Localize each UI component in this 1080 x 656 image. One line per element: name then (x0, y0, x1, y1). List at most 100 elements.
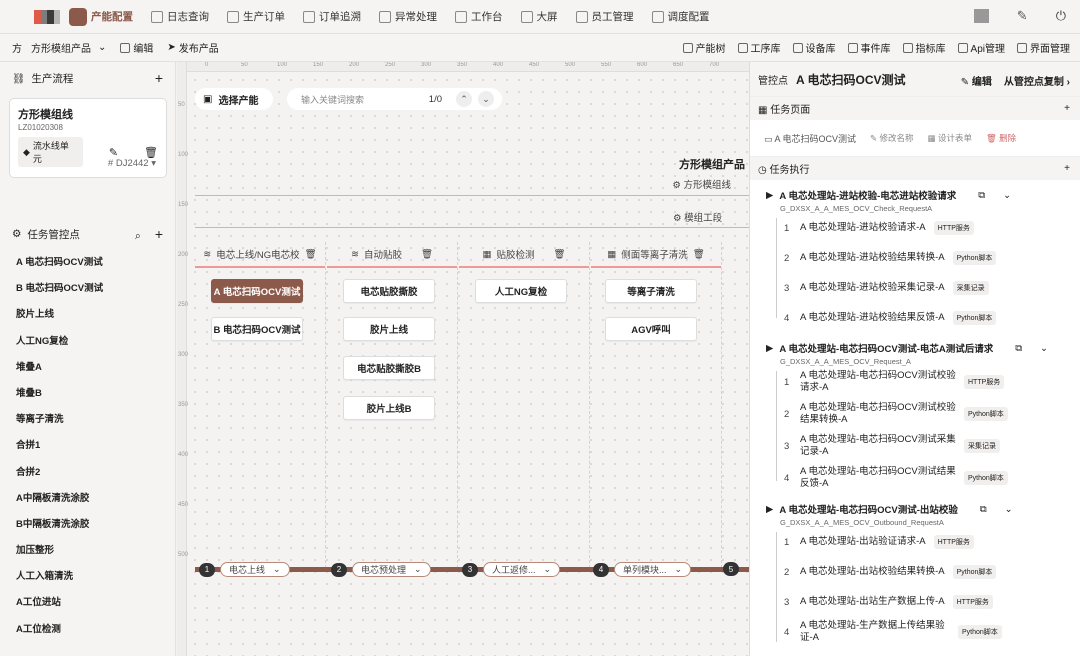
trash-icon[interactable]: 🗑 (144, 146, 158, 159)
search-input[interactable]: 输入关键词搜索 1/0 ⌃ ⌄ (287, 88, 502, 110)
process-lib-button[interactable]: 工序库 (737, 40, 781, 55)
nav-dispatch[interactable]: 调度配置 (643, 0, 719, 34)
nav-order-trace[interactable]: 订单追溯 (294, 0, 370, 34)
chevron-down-icon: ⌄ (414, 564, 422, 574)
task-node[interactable]: B 电芯扫码OCV测试 (211, 317, 303, 341)
product-select[interactable]: 方 方形模组产品 ⌄ (12, 40, 106, 55)
ui-manage-button[interactable]: 界面管理 (1017, 40, 1070, 55)
trash-icon[interactable]: 🗑 (553, 249, 565, 260)
edit-icon[interactable]: ✎ (109, 146, 118, 159)
task-item[interactable]: 3A 电芯处理站-出站生产数据上传-A HTTP服务 (750, 587, 1080, 617)
task-node[interactable]: 等离子清洗 (605, 279, 697, 303)
nav-capacity-config[interactable]: 产能配置 (60, 0, 142, 34)
nav-production-order[interactable]: 生产订单 (218, 0, 294, 34)
add-icon[interactable]: + (1064, 163, 1070, 174)
chevron-up-icon[interactable]: ⌃ (456, 91, 472, 107)
chevron-down-icon[interactable]: ⌄ (478, 91, 494, 107)
search-icon[interactable]: ⌕ (135, 230, 141, 242)
nav-log-query[interactable]: 日志查询 (142, 0, 218, 34)
list-item[interactable]: B中隔板清洗涂胶 (16, 512, 175, 538)
list-item[interactable]: 人工NG复检 (16, 329, 175, 355)
chevron-down-icon[interactable]: ⌄ (1040, 343, 1048, 354)
list-item[interactable]: 加压整形 (16, 538, 175, 564)
add-flow-button[interactable]: + (155, 70, 163, 86)
power-icon[interactable]: ⏻ (1056, 8, 1066, 24)
nav-staff[interactable]: 员工管理 (567, 0, 643, 34)
event-lib-button[interactable]: 事件库 (847, 40, 891, 55)
task-item[interactable]: 4A 电芯处理站-生产数据上传结果验证-A Python脚本 (750, 617, 1080, 647)
copy-icon[interactable]: ⧉ (980, 504, 987, 515)
list-item[interactable]: A工位检测 (16, 617, 175, 643)
trash-icon[interactable]: 🗑 (305, 249, 317, 260)
design-form-button[interactable]: ▦ 设计表单 (928, 132, 972, 144)
task-item[interactable]: 4A 电芯处理站-进站校验结果反馈-A Python脚本 (750, 303, 1080, 333)
task-group-header[interactable]: ▶ A 电芯处理站-电芯扫码OCV测试-电芯A测试后请求 ⧉ ⌄ (750, 333, 1080, 356)
task-node[interactable]: 电芯贴胶撕胶B (343, 356, 435, 380)
task-item[interactable]: 1A 电芯处理站-电芯扫码OCV测试校验请求-A HTTP服务 (750, 366, 1080, 398)
task-item[interactable]: 1A 电芯处理站-进站校验请求-A HTTP服务 (750, 213, 1080, 243)
task-node[interactable]: 人工NG复检 (475, 279, 567, 303)
chevron-down-icon[interactable]: ⌄ (1003, 190, 1011, 201)
task-node[interactable]: 电芯贴胶撕胶 (343, 279, 435, 303)
nav-exception[interactable]: 异常处理 (370, 0, 446, 34)
edit-button[interactable]: ✎ 编辑 (961, 73, 992, 88)
stage-item[interactable]: 2 电芯预处理 ⌄ (331, 562, 431, 577)
square-icon[interactable] (973, 9, 989, 23)
publish-button[interactable]: ➤ 发布产品 (167, 40, 218, 55)
api-manage-button[interactable]: Api管理 (957, 40, 1005, 55)
column-header[interactable]: ▦ 贴胶检测 🗑 (459, 242, 589, 268)
task-group-header[interactable]: ▶ A 电芯处理站-进站校验-电芯进站校验请求 ⧉ ⌄ (750, 180, 1080, 203)
trash-icon[interactable]: 🗑 (421, 249, 433, 260)
add-task-button[interactable]: + (155, 226, 163, 242)
task-item[interactable]: 3A 电芯处理站-进站校验采集记录-A 采集记录 (750, 273, 1080, 303)
copy-icon[interactable]: ⧉ (1015, 343, 1022, 354)
column-header[interactable]: ≋ 电芯上线/NG电芯校 🗑 (195, 242, 325, 268)
rename-button[interactable]: ✎ 修改名称 (870, 132, 914, 144)
task-item[interactable]: 1A 电芯处理站-出站验证请求-A HTTP服务 (750, 527, 1080, 557)
stage-item[interactable]: 5 (723, 562, 739, 576)
list-item[interactable]: 人工入箱清洗 (16, 564, 175, 590)
list-item[interactable]: A工位进站 (16, 590, 175, 616)
task-node[interactable]: 胶片上线B (343, 396, 435, 420)
delete-button[interactable]: 🗑 删除 (986, 132, 1016, 144)
chevron-down-icon[interactable]: ⌄ (1005, 504, 1013, 515)
capacity-tree-button[interactable]: 产能树 (682, 40, 726, 55)
list-item[interactable]: B 电芯扫码OCV测试 (16, 276, 175, 302)
nav-big-screen[interactable]: 大屏 (512, 0, 567, 34)
list-item[interactable]: 合拼2 (16, 460, 175, 486)
stage-item[interactable]: 3 人工返修... ⌄ (462, 562, 561, 577)
task-group-header[interactable]: ▶ A 电芯处理站-电芯扫码OCV测试-出站校验 ⧉ ⌄ (750, 494, 1080, 517)
edit-button[interactable]: 编辑 (120, 40, 153, 55)
task-item[interactable]: 4A 电芯处理站-电芯扫码OCV测试结果反馈-A Python脚本 (750, 462, 1080, 494)
nav-workbench[interactable]: 工作台 (446, 0, 512, 34)
flow-card[interactable]: 方形模组线 LZ01020308 ◆ 流水线单元 ✎ 🗑 # DJ2442 ▾ (9, 98, 167, 178)
trash-icon[interactable]: 🗑 (693, 249, 705, 260)
add-icon[interactable]: + (1064, 103, 1070, 114)
task-item[interactable]: 2A 电芯处理站-电芯扫码OCV测试校验结果转换-A Python脚本 (750, 398, 1080, 430)
metric-lib-button[interactable]: 指标库 (902, 40, 946, 55)
task-item[interactable]: 2A 电芯处理站-出站校验结果转换-A Python脚本 (750, 557, 1080, 587)
task-item[interactable]: 2A 电芯处理站-进站校验结果转换-A Python脚本 (750, 243, 1080, 273)
copy-icon[interactable]: ⧉ (978, 190, 985, 201)
task-node[interactable]: AGV呼叫 (605, 317, 697, 341)
column-header[interactable]: ▦ 侧面等离子清洗 🗑 (591, 242, 721, 268)
list-item[interactable]: 合拼1 (16, 433, 175, 459)
task-node[interactable]: 胶片上线 (343, 317, 435, 341)
list-item[interactable]: 胶片上线 (16, 302, 175, 328)
flow-canvas[interactable]: 0 50 100 150 200 250 300 350 400 450 500… (177, 62, 749, 656)
list-item[interactable]: 等离子清洗 (16, 407, 175, 433)
stage-item[interactable]: 4 单列模块... ⌄ (593, 562, 692, 577)
select-capacity-button[interactable]: ▣ 选择产能 (195, 88, 273, 110)
task-node-selected[interactable]: A 电芯扫码OCV测试 (211, 279, 303, 303)
list-item[interactable]: A 电芯扫码OCV测试 (16, 250, 175, 276)
copy-from-button[interactable]: 从管控点复制 › (1004, 73, 1070, 88)
task-item[interactable]: 3A 电芯处理站-电芯扫码OCV测试采集记录-A 采集记录 (750, 430, 1080, 462)
pen-icon[interactable]: ✎ (1017, 8, 1028, 24)
toolbar: 方 方形模组产品 ⌄ 编辑 ➤ 发布产品 产能树 工序库 设备库 事件库 指标库 … (0, 34, 1080, 62)
column-header[interactable]: ≋ 自动贴胶 🗑 (327, 242, 457, 268)
list-item[interactable]: 堆叠B (16, 381, 175, 407)
list-item[interactable]: A中隔板清洗涂胶 (16, 486, 175, 512)
stage-item[interactable]: 1 电芯上线 ⌄ (199, 562, 290, 577)
list-item[interactable]: 堆叠A (16, 355, 175, 381)
device-lib-button[interactable]: 设备库 (792, 40, 836, 55)
